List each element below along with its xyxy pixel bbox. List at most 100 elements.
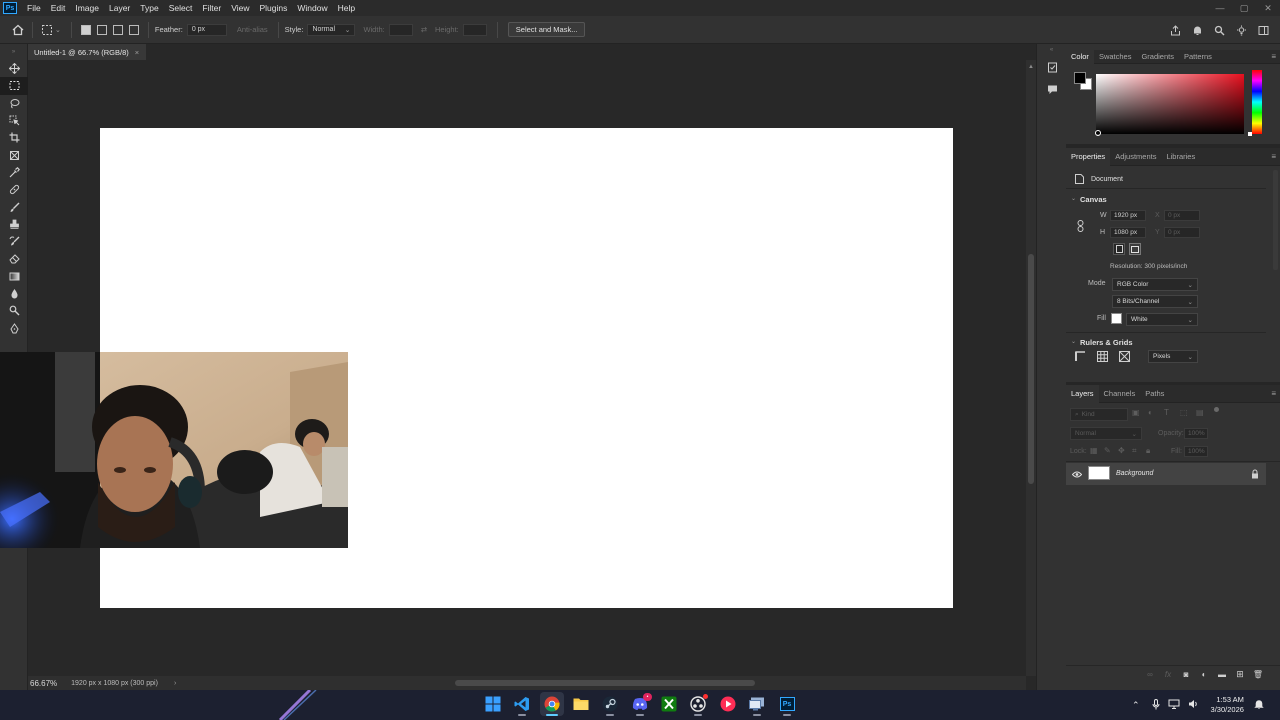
menu-image[interactable]: Image: [70, 3, 104, 13]
add-selection-icon[interactable]: [96, 24, 107, 35]
tab-adjustments[interactable]: Adjustments: [1110, 148, 1161, 166]
layer-effects-icon[interactable]: fx: [1162, 669, 1174, 680]
zoom-level[interactable]: 66.67%: [30, 679, 57, 688]
steam-icon[interactable]: [598, 692, 622, 716]
panel-menu-icon[interactable]: ≡: [1271, 52, 1276, 61]
hue-slider-marker[interactable]: [1248, 132, 1252, 136]
color-picker-marker[interactable]: [1095, 130, 1101, 136]
blend-mode-select[interactable]: Normal ⌄: [1070, 427, 1142, 440]
crop-tool-icon[interactable]: [0, 129, 28, 146]
tab-color[interactable]: Color: [1066, 49, 1094, 64]
layer-row[interactable]: Background: [1066, 463, 1266, 485]
comments-panel-icon[interactable]: [1037, 78, 1067, 100]
tab-layers[interactable]: Layers: [1066, 384, 1099, 403]
chevron-up-icon[interactable]: ⌃: [1132, 700, 1140, 711]
bell-icon[interactable]: [1189, 22, 1205, 38]
xbox-icon[interactable]: [657, 692, 681, 716]
chevron-right-icon[interactable]: ›: [174, 680, 176, 687]
add-mask-icon[interactable]: ◙: [1180, 669, 1192, 680]
panel-menu-icon[interactable]: ≡: [1271, 152, 1276, 161]
close-button[interactable]: ✕: [1256, 0, 1280, 16]
new-layer-icon[interactable]: ⊞: [1234, 669, 1246, 680]
height-input[interactable]: [462, 23, 487, 36]
brush-tool-icon[interactable]: [0, 198, 28, 215]
feather-input[interactable]: 0 px: [186, 23, 227, 36]
portrait-orientation-icon[interactable]: [1113, 243, 1125, 255]
fill-select[interactable]: White ⌄: [1126, 313, 1198, 326]
link-layers-icon[interactable]: ∞: [1144, 669, 1156, 680]
history-panel-icon[interactable]: [1037, 56, 1067, 78]
fill-input[interactable]: 100%: [1184, 446, 1208, 457]
color-mode-select[interactable]: RGB Color ⌄: [1112, 278, 1198, 291]
remote-desktop-icon[interactable]: [745, 692, 769, 716]
subtract-selection-icon[interactable]: [112, 24, 123, 35]
menu-edit[interactable]: Edit: [46, 3, 71, 13]
menu-type[interactable]: Type: [135, 3, 163, 13]
pen-tool-icon[interactable]: [0, 319, 28, 336]
ruler-unit-select[interactable]: Pixels ⌄: [1148, 350, 1198, 363]
vertical-scroll-thumb[interactable]: [1028, 254, 1034, 484]
rectangular-marquee-tool-icon[interactable]: [0, 77, 28, 95]
menu-layer[interactable]: Layer: [104, 3, 135, 13]
object-selection-tool-icon[interactable]: [0, 112, 28, 129]
landscape-orientation-icon[interactable]: [1129, 243, 1141, 255]
color-field[interactable]: [1096, 74, 1244, 134]
width-input[interactable]: [388, 23, 413, 36]
menu-window[interactable]: Window: [292, 3, 332, 13]
menu-plugins[interactable]: Plugins: [254, 3, 292, 13]
lock-position-icon[interactable]: ✥: [1118, 446, 1125, 455]
delete-layer-icon[interactable]: 🗑︎: [1252, 669, 1264, 680]
intersect-selection-icon[interactable]: [128, 24, 139, 35]
fill-color-swatch[interactable]: [1111, 313, 1122, 324]
share-icon[interactable]: [1167, 22, 1183, 38]
canvas-x-input[interactable]: 0 px: [1164, 210, 1200, 221]
ruler-icon[interactable]: [1074, 350, 1086, 362]
new-selection-icon[interactable]: [80, 24, 91, 35]
gradient-tool-icon[interactable]: [0, 268, 28, 285]
filter-smart-object-icon[interactable]: ▤: [1196, 408, 1204, 417]
frame-tool-icon[interactable]: [0, 146, 28, 163]
menu-help[interactable]: Help: [333, 3, 360, 13]
vscode-icon[interactable]: [510, 692, 534, 716]
lock-artboard-icon[interactable]: ⌗: [1132, 446, 1137, 456]
select-and-mask-button[interactable]: Select and Mask...: [507, 22, 586, 37]
tab-libraries[interactable]: Libraries: [1161, 148, 1200, 166]
canvas-section-title[interactable]: Canvas: [1080, 195, 1107, 204]
microphone-icon[interactable]: [1152, 698, 1160, 712]
menu-filter[interactable]: Filter: [197, 3, 226, 13]
canvas-width-input[interactable]: 1920 px: [1110, 210, 1146, 221]
menu-select[interactable]: Select: [164, 3, 198, 13]
hue-slider[interactable]: [1252, 70, 1262, 134]
style-select[interactable]: Normal ⌄: [307, 23, 356, 36]
search-icon[interactable]: [1211, 22, 1227, 38]
eye-icon[interactable]: [1071, 468, 1083, 480]
document-tab[interactable]: Untitled-1 @ 66.7% (RGB/8) ×: [28, 44, 146, 60]
guides-icon[interactable]: [1118, 350, 1130, 362]
tab-properties[interactable]: Properties: [1066, 147, 1111, 166]
lock-transparency-icon[interactable]: ▦: [1090, 446, 1098, 455]
network-icon[interactable]: [1168, 699, 1180, 711]
close-tab-icon[interactable]: ×: [135, 48, 139, 57]
file-explorer-icon[interactable]: [569, 692, 593, 716]
tab-paths[interactable]: Paths: [1140, 385, 1169, 403]
opacity-input[interactable]: 100%: [1184, 428, 1208, 439]
link-icon[interactable]: [1076, 220, 1084, 232]
scroll-up-icon[interactable]: ▲: [1026, 62, 1036, 72]
chrome-icon[interactable]: [540, 692, 564, 716]
tab-channels[interactable]: Channels: [1099, 385, 1141, 403]
new-group-icon[interactable]: ▬: [1216, 669, 1228, 680]
obs-icon[interactable]: [686, 692, 710, 716]
photoshop-taskbar-icon[interactable]: Ps: [775, 692, 799, 716]
swap-icon[interactable]: ⇄: [421, 25, 427, 34]
layer-name[interactable]: Background: [1116, 470, 1153, 477]
blur-tool-icon[interactable]: [0, 285, 28, 302]
menu-file[interactable]: File: [22, 3, 46, 13]
canvas-y-input[interactable]: 0 px: [1164, 227, 1200, 238]
marquee-preset-icon[interactable]: [39, 22, 55, 38]
filter-pixel-icon[interactable]: ▣: [1132, 408, 1140, 417]
foreground-color-swatch[interactable]: [1074, 72, 1086, 84]
menu-view[interactable]: View: [226, 3, 254, 13]
panel-collapse-icon[interactable]: »: [0, 44, 27, 60]
lock-pixels-icon[interactable]: ✎: [1104, 446, 1111, 455]
rulers-grids-section-title[interactable]: Rulers & Grids: [1080, 338, 1133, 347]
